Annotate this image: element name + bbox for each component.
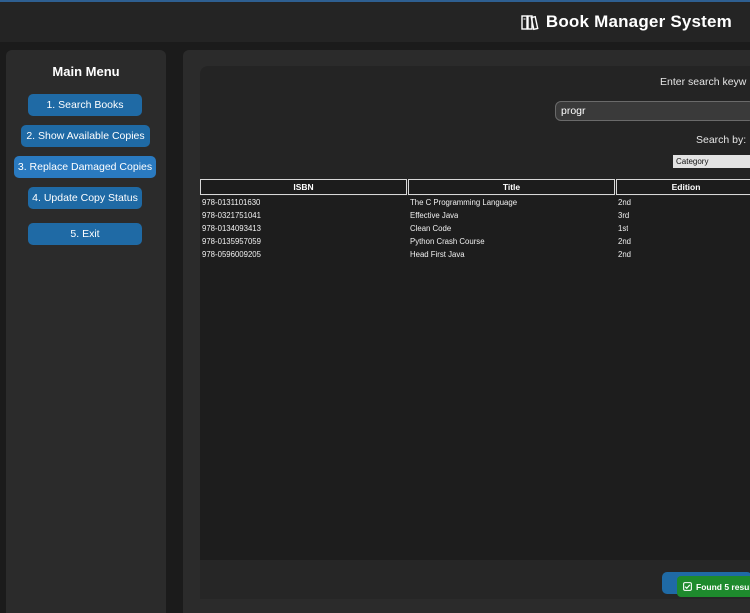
isbn-cell: 978-0131101630 <box>202 198 261 207</box>
search-by-label: Search by: <box>696 134 747 146</box>
title-cell: Head First Java <box>410 250 465 259</box>
table-row[interactable]: 978-0131101630 The C Programming Languag… <box>200 196 750 209</box>
table-row[interactable]: 978-0321751041 Effective Java 3rd <box>200 209 750 222</box>
results-table: 978-0131101630 The C Programming Languag… <box>200 196 750 560</box>
isbn-cell: 978-0321751041 <box>202 211 261 220</box>
title-cell: Effective Java <box>410 211 459 220</box>
app-window: Book Manager System Main Menu 1. Search … <box>0 0 750 613</box>
edition-cell: 2nd <box>618 198 632 207</box>
edition-cell: 2nd <box>618 237 632 246</box>
edition-cell: 3rd <box>618 211 630 220</box>
title-cell: The C Programming Language <box>410 198 518 207</box>
search-input[interactable] <box>555 101 750 121</box>
isbn-cell: 978-0135957059 <box>202 237 261 246</box>
header-bar: Book Manager System <box>0 2 750 42</box>
isbn-cell: 978-0134093413 <box>202 224 261 233</box>
main-menu-title: Main Menu <box>52 64 120 79</box>
table-row[interactable]: 978-0134093413 Clean Code 1st <box>200 222 750 235</box>
edition-cell: 2nd <box>618 250 632 259</box>
column-header-edition[interactable]: Edition <box>616 179 750 195</box>
search-keyword-label: Enter search keyw <box>660 76 747 88</box>
exit-button[interactable]: 5. Exit <box>28 223 142 245</box>
edition-cell: 1st <box>618 224 629 233</box>
replace-damaged-copies-button[interactable]: 3. Replace Damaged Copies <box>14 156 156 178</box>
search-by-select[interactable]: Category <box>673 155 750 168</box>
check-square-icon <box>683 582 692 591</box>
title-cell: Clean Code <box>410 224 452 233</box>
column-header-isbn[interactable]: ISBN <box>200 179 407 195</box>
isbn-cell: 978-0596009205 <box>202 250 261 259</box>
toast-text: Found 5 result <box>696 581 750 592</box>
update-copy-status-button[interactable]: 4. Update Copy Status <box>28 187 142 209</box>
results-toast: Found 5 result <box>677 576 750 597</box>
show-available-copies-button[interactable]: 2. Show Available Copies <box>21 125 150 147</box>
app-title: Book Manager System <box>545 12 732 31</box>
column-header-title[interactable]: Title <box>408 179 615 195</box>
books-icon <box>521 15 539 31</box>
search-books-button[interactable]: 1. Search Books <box>28 94 142 116</box>
table-row[interactable]: 978-0135957059 Python Crash Course 2nd <box>200 235 750 248</box>
table-row[interactable]: 978-0596009205 Head First Java 2nd <box>200 248 750 261</box>
title-cell: Python Crash Course <box>410 237 485 246</box>
